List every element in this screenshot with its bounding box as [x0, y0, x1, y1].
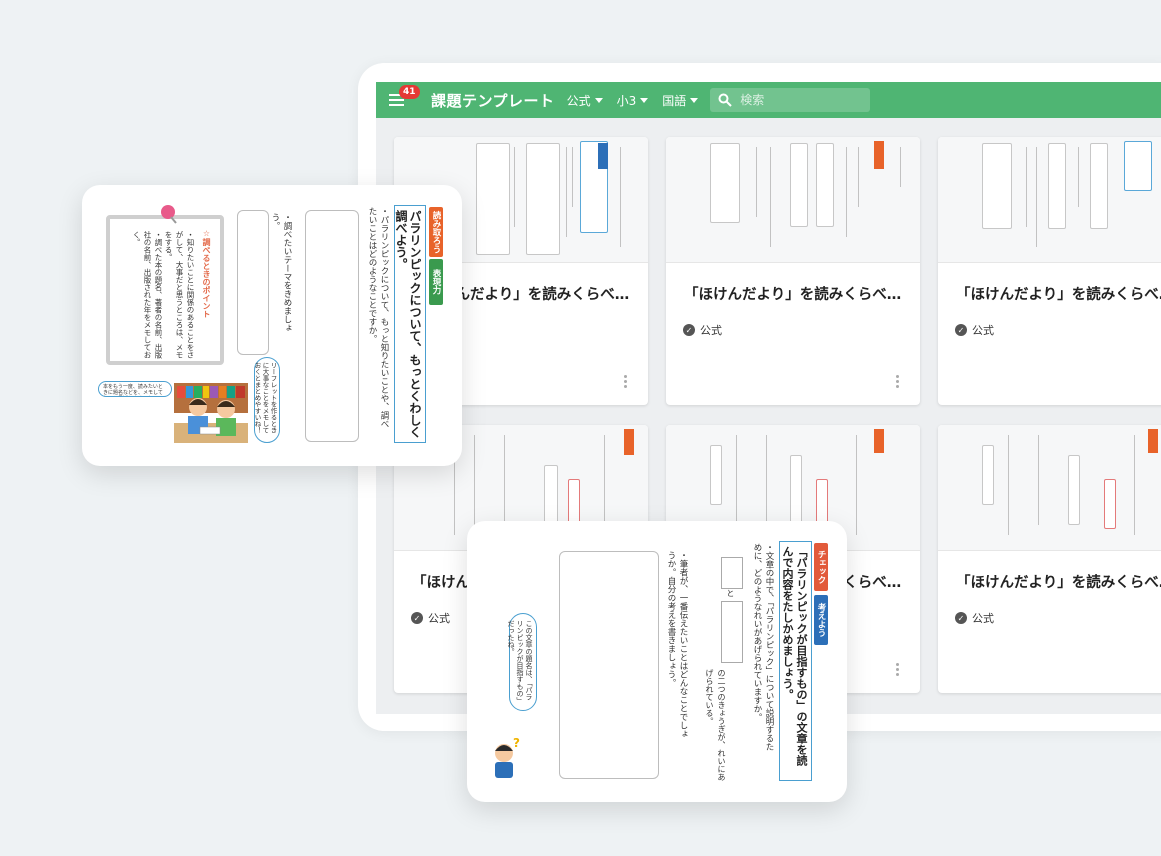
svg-text:?: ?: [513, 737, 520, 750]
card-thumbnail: [938, 425, 1161, 551]
card-title: 「ほけんだより」を読みくらべ…: [956, 575, 1161, 591]
fill-in-box[interactable]: [721, 557, 743, 589]
worksheet-preview-research: 読み取ろう 表現力 パラリンピックについて、もっとくわしく調べよう。 ・パラリン…: [82, 185, 462, 466]
search-icon: [718, 93, 732, 107]
menu-icon: [389, 104, 404, 106]
template-card[interactable]: 「ほけんだより」を読みくらべ… ✓ 公式: [938, 425, 1161, 693]
card-title: 「ほけんだより」を読みくらべ…: [684, 287, 902, 303]
worksheet-heading: パラリンピックについて、もっとくわしく調べよう。: [394, 205, 426, 443]
verified-icon: ✓: [411, 612, 423, 624]
card-meta-label: 公式: [972, 324, 994, 337]
more-options-icon[interactable]: [624, 375, 627, 388]
reading-children-illustration: [174, 383, 248, 443]
worksheet-question: ・筆者が、一番伝えたいことはどんなことでしょうか。自分の考えを書きましょう。: [666, 551, 688, 738]
tag-think: 考えよう: [814, 595, 828, 645]
speech-bubble: 本をもう一度、読みたいときに題名などを、メモしておくと見返しやすいね！: [98, 381, 172, 397]
search-input[interactable]: [740, 93, 851, 107]
tips-note: ☆調べるときのポイント ・知りたいことに関係のあることをさがして、大事だと思うと…: [106, 215, 224, 365]
worksheet-question: ・調べたいテーマをきめましょう。: [270, 213, 292, 332]
fill-in-joiner: と: [726, 589, 735, 597]
card-title: 「ほけんだより」を読みくらべ…: [956, 287, 1161, 303]
more-options-icon[interactable]: [896, 663, 899, 676]
fill-in-box[interactable]: [721, 601, 743, 663]
thinking-boy-illustration: ?: [495, 737, 520, 778]
verified-icon: ✓: [955, 612, 967, 624]
notification-badge: 41: [399, 85, 420, 99]
verified-icon: ✓: [683, 324, 695, 336]
search-box: [710, 88, 871, 112]
card-thumbnail: [938, 137, 1161, 263]
worksheet-question: ・文章の中で、「パラリンピック」について説明するために、どのようなれいがあげられ…: [752, 543, 774, 752]
template-card[interactable]: 「ほけんだより」を読みくらべ… ✓ 公式: [938, 137, 1161, 405]
card-meta-label: 公式: [428, 612, 450, 625]
pushpin-icon: [161, 205, 177, 224]
page-title: 課題テンプレート: [431, 91, 555, 110]
tips-text: ・知りたいことに関係のあることをさがして、大事だと思うところは、メモをする。: [164, 231, 195, 359]
chevron-down-icon: [690, 97, 699, 103]
worksheet-heading: 「パラリンピックが目指すもの」の文章を読んで内容をたしかめましょう。: [779, 541, 812, 781]
card-meta: ✓ 公式: [683, 322, 920, 338]
tag-check: チェック: [814, 543, 828, 591]
speech-bubble: この文章の題名は、「パラリンピックが目指すもの」だったね。: [507, 613, 537, 711]
worksheet-preview-check: チェック 考えよう 「パラリンピックが目指すもの」の文章を読んで内容をたしかめま…: [467, 521, 847, 802]
chevron-down-icon: [640, 97, 649, 103]
verified-icon: ✓: [955, 324, 967, 336]
filter-grade-dropdown[interactable]: 小3: [617, 92, 649, 109]
tips-title: ☆調べるときのポイント: [202, 229, 211, 318]
menu-button[interactable]: 41: [389, 85, 420, 113]
menu-icon: [389, 99, 404, 101]
card-thumbnail: [666, 137, 920, 263]
fill-in-suffix: の二つのきょうぎが、れいにあげられている。: [705, 669, 726, 781]
card-meta-label: 公式: [700, 324, 722, 337]
answer-box[interactable]: [559, 551, 659, 779]
answer-box[interactable]: [305, 210, 359, 442]
answer-box[interactable]: [237, 210, 269, 355]
tag-read: 読み取ろう: [429, 207, 443, 257]
filter-source-dropdown[interactable]: 公式: [567, 92, 603, 109]
more-options-icon[interactable]: [896, 375, 899, 388]
card-meta: ✓ 公式: [955, 322, 1161, 338]
worksheet-question: ・パラリンピックについて、もっと知りたいことや、調べたいことはどのようなことです…: [367, 207, 389, 428]
filter-grade-label: 小3: [616, 93, 637, 108]
tag-expression: 表現力: [429, 259, 443, 305]
template-card[interactable]: 「ほけんだより」を読みくらべ… ✓ 公式: [666, 137, 920, 405]
card-meta-label: 公式: [972, 612, 994, 625]
filter-subject-dropdown[interactable]: 国語: [662, 92, 699, 109]
app-bar: 41 課題テンプレート 公式 小3 国語: [376, 82, 1161, 118]
card-meta: ✓ 公式: [955, 610, 1161, 626]
filter-source-label: 公式: [566, 93, 591, 108]
filter-subject-label: 国語: [662, 93, 687, 108]
speech-bubble: リーフレットを作るときに大事なことをメモしておくとまとめやすいね！: [253, 357, 280, 443]
chevron-down-icon: [594, 97, 603, 103]
tips-text: ・調べた本の題名、著者の名前、出版社の名前、出版された年をメモしておく。: [132, 231, 163, 359]
